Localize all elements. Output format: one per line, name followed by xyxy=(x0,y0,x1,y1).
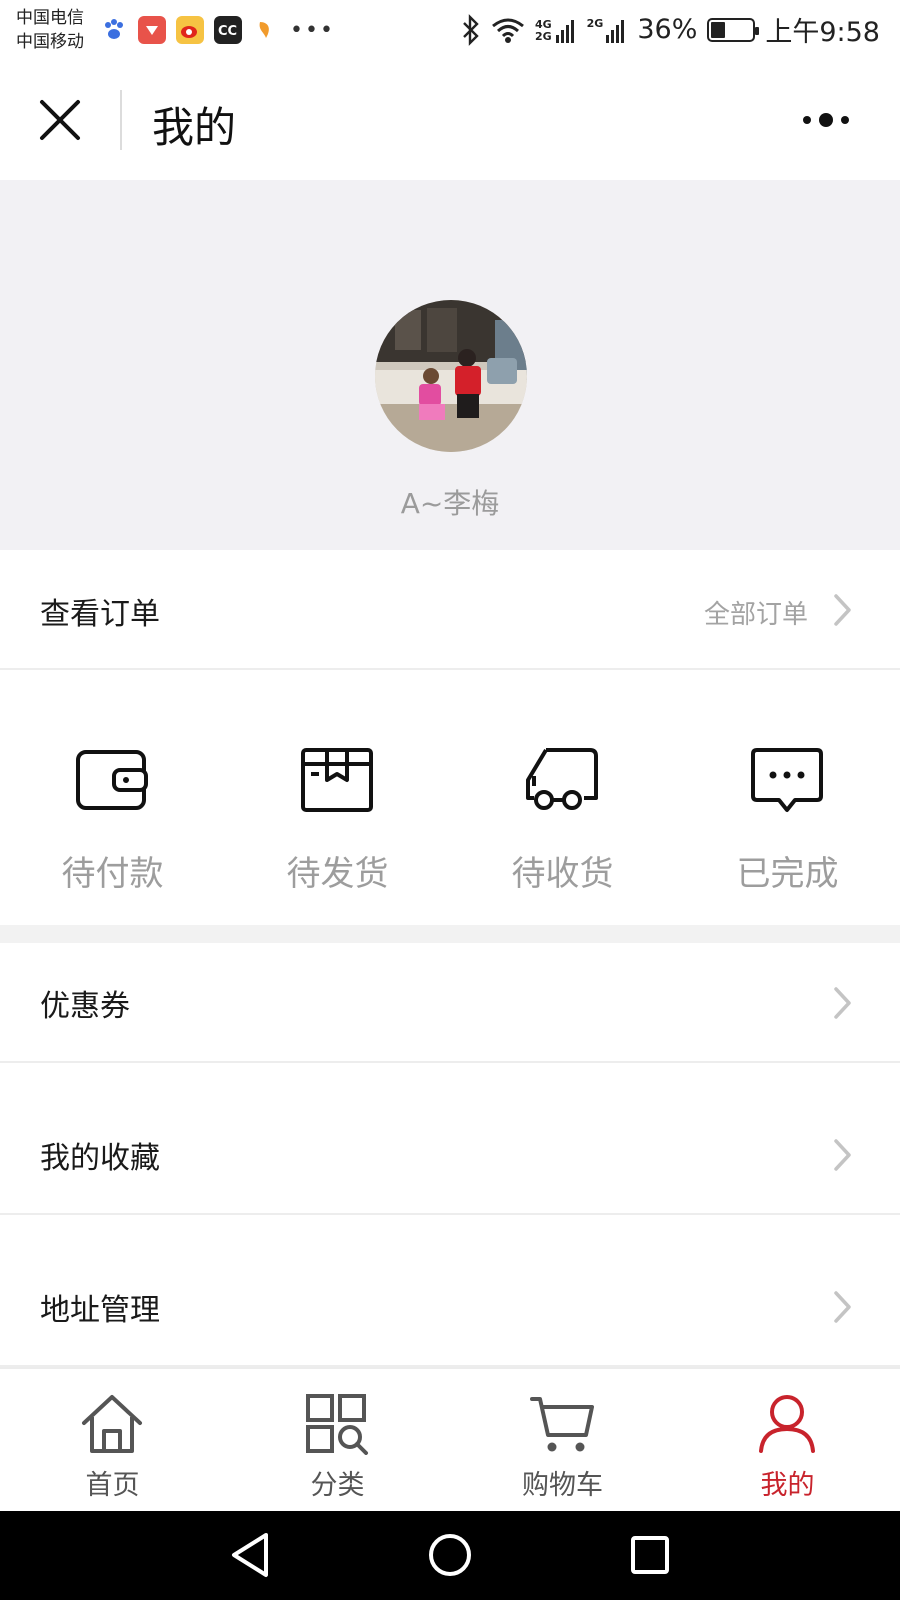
cc-icon: CC xyxy=(214,16,242,44)
close-icon xyxy=(40,100,80,140)
tab-cart[interactable]: 购物车 xyxy=(450,1369,675,1513)
status-bar: 中国电信 中国移动 CC ••• 4G 2G 2G 36% 上午9:58 xyxy=(0,0,900,60)
menu-item-addresses[interactable]: 地址管理 xyxy=(0,1215,900,1367)
category-icon xyxy=(306,1394,368,1455)
app-icon xyxy=(252,16,280,44)
order-label: 待收货 xyxy=(511,854,614,894)
battery-percent: 36% xyxy=(637,14,698,45)
network-label-2: 2G xyxy=(534,29,552,43)
message-icon xyxy=(751,748,823,812)
notification-icons: CC ••• xyxy=(100,16,335,44)
svg-text:CC: CC xyxy=(218,24,237,38)
order-status-grid: 待付款 待发货 待收货 已完成 xyxy=(0,670,900,925)
order-pending-shipment[interactable]: 待发货 xyxy=(225,670,450,925)
tab-home[interactable]: 首页 xyxy=(0,1369,225,1513)
title-bar: 我的 xyxy=(0,60,900,180)
chevron-right-icon xyxy=(834,1291,851,1323)
signal-2: 2G xyxy=(587,17,628,43)
cart-icon xyxy=(530,1397,594,1452)
back-icon[interactable] xyxy=(228,1531,272,1579)
close-button[interactable] xyxy=(32,92,88,148)
orders-title: 查看订单 xyxy=(40,597,160,632)
chevron-right-icon xyxy=(834,1139,851,1171)
page-title: 我的 xyxy=(152,103,237,152)
user-icon xyxy=(759,1395,815,1453)
tab-label: 首页 xyxy=(85,1470,140,1501)
order-label: 待付款 xyxy=(61,854,164,894)
carrier-info: 中国电信 中国移动 xyxy=(16,6,84,54)
more-icon: ••• xyxy=(290,17,335,43)
orders-row[interactable]: 查看订单 全部订单 xyxy=(0,550,900,670)
username: A~李梅 xyxy=(400,487,500,520)
signal-bars-icon xyxy=(555,19,574,43)
order-label: 已完成 xyxy=(736,854,839,894)
chevron-right-icon xyxy=(834,987,851,1019)
bottom-tab-bar: 首页 分类 购物车 我的 xyxy=(0,1367,900,1511)
tab-label: 购物车 xyxy=(522,1470,603,1501)
network-label-1: 4G xyxy=(534,17,552,31)
wifi-icon xyxy=(492,18,524,43)
avatar[interactable] xyxy=(375,300,527,452)
dot xyxy=(819,113,833,127)
home-button-icon[interactable] xyxy=(428,1531,472,1579)
tab-label: 我的 xyxy=(760,1470,815,1501)
menu-item-label: 我的收藏 xyxy=(40,1141,160,1176)
wallet-icon xyxy=(76,750,148,810)
section-divider xyxy=(0,925,900,943)
app-icon xyxy=(138,16,166,44)
carrier-2: 中国移动 xyxy=(16,32,84,52)
bluetooth-icon xyxy=(463,13,479,46)
carrier-1: 中国电信 xyxy=(16,8,84,28)
system-status: 4G 2G 2G 36% 上午9:58 xyxy=(461,10,880,49)
menu-item-favorites[interactable]: 我的收藏 xyxy=(0,1063,900,1215)
signal-bars-icon xyxy=(606,19,625,43)
battery-icon xyxy=(707,17,760,42)
paw-icon xyxy=(100,16,128,44)
menu-item-label: 地址管理 xyxy=(40,1293,160,1328)
avatar-photo xyxy=(375,300,527,452)
tab-me[interactable]: 我的 xyxy=(675,1369,900,1513)
home-icon xyxy=(82,1395,142,1453)
title-divider xyxy=(120,90,122,150)
menu-item-coupons[interactable]: 优惠券 xyxy=(0,943,900,1063)
network-label-3: 2G xyxy=(586,16,604,30)
tab-category[interactable]: 分类 xyxy=(225,1369,450,1513)
order-label: 待发货 xyxy=(286,854,389,894)
tab-label: 分类 xyxy=(310,1470,365,1501)
profile-header: A~李梅 xyxy=(0,180,900,550)
weibo-icon xyxy=(176,16,204,44)
dot xyxy=(841,116,849,124)
clock: 上午9:58 xyxy=(765,17,880,48)
more-options-button[interactable] xyxy=(786,104,866,136)
truck-icon xyxy=(526,748,598,810)
order-pending-receipt[interactable]: 待收货 xyxy=(450,670,675,925)
recents-icon[interactable] xyxy=(628,1531,672,1579)
all-orders-link[interactable]: 全部订单 xyxy=(704,594,808,631)
order-pending-payment[interactable]: 待付款 xyxy=(0,670,225,925)
system-navigation-bar xyxy=(0,1511,900,1600)
order-completed[interactable]: 已完成 xyxy=(675,670,900,925)
chevron-right-icon xyxy=(834,594,851,626)
package-icon xyxy=(301,748,373,812)
menu-item-label: 优惠券 xyxy=(40,989,130,1024)
signal-1: 4G 2G xyxy=(535,17,577,43)
dot xyxy=(803,116,811,124)
